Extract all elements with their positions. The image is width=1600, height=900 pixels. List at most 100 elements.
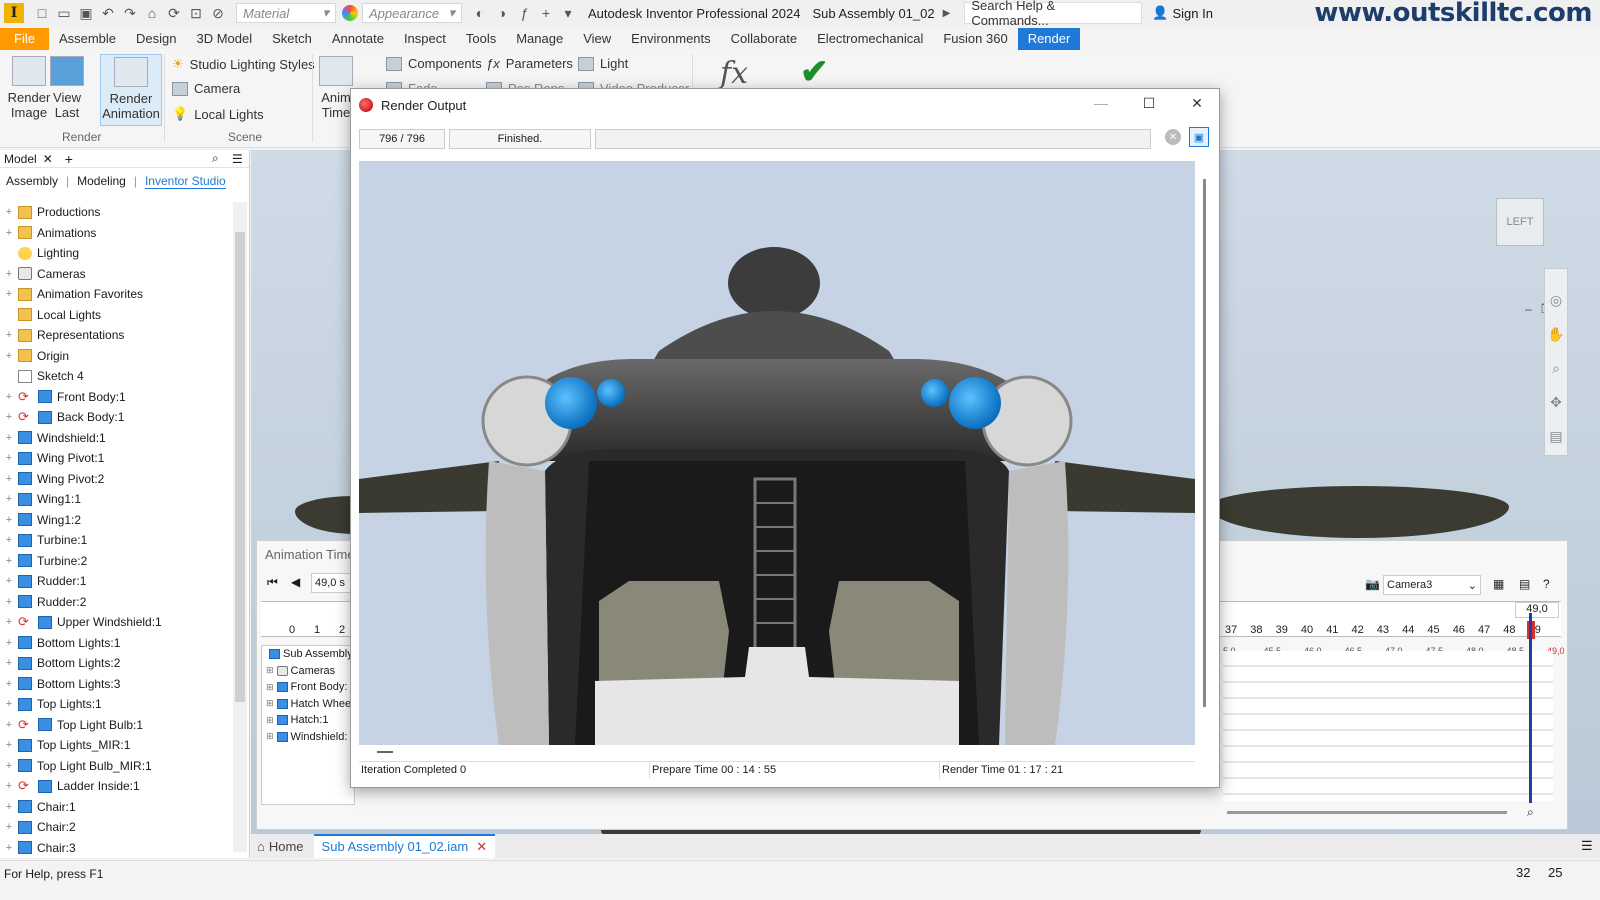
save-render-icon[interactable]: ▣	[1189, 127, 1209, 147]
close-icon[interactable]: ✕	[43, 152, 53, 166]
tree-item[interactable]: + Top Light Bulb_MIR:1	[0, 756, 232, 777]
tree-item[interactable]: + Chair:1	[0, 797, 232, 818]
expand-icon[interactable]: +	[4, 391, 14, 403]
tree-item[interactable]: Sketch 4	[0, 366, 232, 387]
finish-checkmark-icon[interactable]: ✔	[800, 52, 829, 92]
sign-in-button[interactable]: 👤 Sign In	[1152, 5, 1213, 21]
expand-icon[interactable]: +	[4, 206, 14, 218]
tab-render[interactable]: Render	[1017, 28, 1081, 50]
adjust-icon[interactable]: ◑	[494, 5, 510, 21]
plus-icon[interactable]: +	[538, 5, 554, 21]
expand-icon[interactable]: +	[4, 350, 14, 362]
expand-icon[interactable]: +	[4, 678, 14, 690]
tree-item[interactable]: + ⟳ Top Light Bulb:1	[0, 715, 232, 736]
timeline-tree-item[interactable]: ⊞ Hatch:1	[262, 712, 354, 729]
expand-icon[interactable]: +	[4, 616, 14, 628]
expand-icon[interactable]: +	[4, 821, 14, 833]
clear-appearance-icon[interactable]: ◐	[472, 5, 488, 21]
expand-icon[interactable]: +	[4, 411, 14, 423]
tab-sketch[interactable]: Sketch	[262, 28, 322, 50]
orbit-icon[interactable]: ✥	[1545, 385, 1567, 419]
expand-icon[interactable]: +	[4, 801, 14, 813]
play-reverse-icon[interactable]: ◀	[291, 575, 300, 589]
tree-item[interactable]: Local Lights	[0, 305, 232, 326]
open-file-icon[interactable]: ▭	[56, 5, 72, 21]
close-icon[interactable]: ✕	[476, 839, 487, 855]
expand-icon[interactable]: +	[4, 268, 14, 280]
time-input[interactable]: 49,0 s	[311, 573, 351, 593]
view-cube[interactable]: LEFT	[1496, 198, 1544, 246]
camera-select[interactable]: Camera3 ⌄	[1383, 575, 1481, 595]
browser-tab-assembly[interactable]: Assembly	[6, 174, 58, 188]
tree-item[interactable]: + Turbine:1	[0, 530, 232, 551]
tree-item[interactable]: + Chair:2	[0, 817, 232, 838]
options-icon[interactable]: ▤	[1519, 577, 1530, 591]
tree-item[interactable]: + ⟳ Ladder Inside:1	[0, 776, 232, 797]
expand-icon[interactable]: +	[4, 493, 14, 505]
tab-assemble[interactable]: Assemble	[49, 28, 126, 50]
minimize-icon[interactable]: —	[1089, 95, 1113, 111]
expand-icon[interactable]: +	[4, 760, 14, 772]
customize-icon[interactable]: ▾	[560, 5, 576, 21]
tab-electromechanical[interactable]: Electromechanical	[807, 28, 933, 50]
tree-item[interactable]: + Chair:3	[0, 838, 232, 859]
tree-item[interactable]: + Top Lights:1	[0, 694, 232, 715]
studio-lighting-button[interactable]: ☀ Studio Lighting Styles	[172, 56, 315, 72]
look-at-icon[interactable]: ▤	[1545, 419, 1567, 453]
expand-icon[interactable]: +	[4, 780, 14, 792]
expand-icon[interactable]: +	[4, 534, 14, 546]
tab-fusion-360[interactable]: Fusion 360	[933, 28, 1017, 50]
browser-tab-modeling[interactable]: Modeling	[77, 174, 126, 188]
save-icon[interactable]: ▣	[78, 5, 94, 21]
fx-parameters-icon[interactable]: fx	[720, 56, 748, 91]
tab-manage[interactable]: Manage	[506, 28, 573, 50]
view-last-button[interactable]: View Last	[40, 54, 94, 126]
expand-icon[interactable]: +	[4, 329, 14, 341]
search-input[interactable]: Search Help & Commands...	[964, 0, 1143, 28]
timeline-h-scrollbar[interactable]	[1227, 811, 1507, 814]
tree-item[interactable]: + Bottom Lights:2	[0, 653, 232, 674]
tree-item[interactable]: + Rudder:2	[0, 592, 232, 613]
zoom-icon[interactable]: ⌕	[1545, 351, 1567, 385]
expand-icon[interactable]: +	[4, 575, 14, 587]
material-dropdown[interactable]: Material ▾	[236, 3, 336, 23]
expand-icon[interactable]: ⊞	[266, 715, 274, 726]
expand-icon[interactable]: ⊞	[266, 665, 274, 676]
tree-item[interactable]: + Bottom Lights:3	[0, 674, 232, 695]
parameters-button[interactable]: ƒx Parameters	[486, 56, 573, 71]
dialog-scrollbar[interactable]	[1203, 179, 1206, 707]
tab-3d-model[interactable]: 3D Model	[187, 28, 263, 50]
tab-design[interactable]: Design	[126, 28, 186, 50]
end-time-field[interactable]: 49,0	[1515, 602, 1559, 618]
tab-view[interactable]: View	[573, 28, 621, 50]
tree-item[interactable]: + Origin	[0, 346, 232, 367]
camera-button[interactable]: Camera	[172, 81, 240, 96]
minimize-icon[interactable]: –	[1525, 302, 1532, 316]
dialog-h-scroll-thumb[interactable]	[377, 751, 393, 753]
tree-item[interactable]: Lighting	[0, 243, 232, 264]
tree-item[interactable]: + Top Lights_MIR:1	[0, 735, 232, 756]
expand-icon[interactable]: ⊞	[266, 698, 274, 709]
select-icon[interactable]: ⊡	[188, 5, 204, 21]
timeline-tree-item[interactable]: ⊞ Windshield:	[262, 729, 354, 746]
timeline-tree-item[interactable]: ⊞ Hatch Whee	[262, 696, 354, 713]
render-animation-button[interactable]: Render Animation	[100, 54, 162, 126]
tab-environments[interactable]: Environments	[621, 28, 720, 50]
measure-icon[interactable]: ⊘	[210, 5, 226, 21]
expand-icon[interactable]: ⊞	[266, 682, 274, 693]
update-icon[interactable]: ⟳	[166, 5, 182, 21]
timeline-tree-item[interactable]: Sub Assembly	[262, 646, 354, 663]
inventor-app-icon[interactable]: I	[4, 3, 24, 23]
stop-render-icon[interactable]: ✕	[1165, 129, 1181, 145]
tree-item[interactable]: + Rudder:1	[0, 571, 232, 592]
tree-item[interactable]: + Bottom Lights:1	[0, 633, 232, 654]
maximize-icon[interactable]: ☐	[1137, 95, 1161, 112]
dialog-title-bar[interactable]: Render Output — ☐ ✕	[351, 89, 1219, 121]
add-tab-icon[interactable]: +	[65, 151, 73, 167]
tree-item[interactable]: + Cameras	[0, 264, 232, 285]
tree-item[interactable]: + Animations	[0, 223, 232, 244]
navigation-bar[interactable]: ◎ ✋ ⌕ ✥ ▤	[1544, 268, 1568, 456]
timeline-tree-item[interactable]: ⊞ Front Body:	[262, 679, 354, 696]
new-file-icon[interactable]: □	[34, 5, 50, 21]
home-tab[interactable]: ⌂ Home	[257, 839, 304, 854]
